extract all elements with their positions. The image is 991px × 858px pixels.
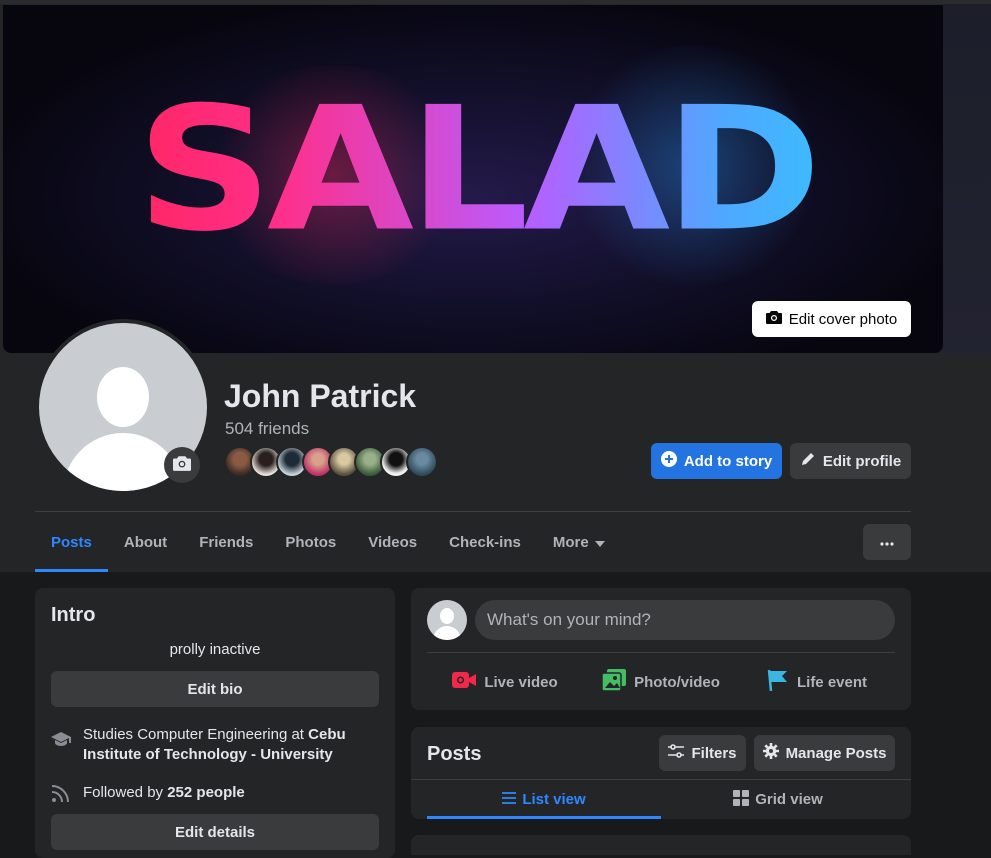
profile-name: John Patrick <box>224 378 417 414</box>
intro-title: Intro <box>51 604 96 626</box>
education-text: Studies Computer Engineering at Cebu Ins… <box>83 725 381 765</box>
rss-icon <box>51 783 71 809</box>
filters-button[interactable]: Filters <box>659 735 746 771</box>
caret-down-icon <box>594 534 605 551</box>
tab-label: Videos <box>368 533 418 551</box>
posts-title: Posts <box>427 743 482 765</box>
manage-posts-button[interactable]: Manage Posts <box>754 735 895 771</box>
tab-about[interactable]: About <box>108 512 183 572</box>
add-to-story-label: Add to story <box>683 452 773 470</box>
edit-bio-button[interactable]: Edit bio <box>51 671 379 707</box>
life-event-label: Life event <box>796 673 868 691</box>
edit-cover-photo-label: Edit cover photo <box>788 310 898 328</box>
photo-video-label: Photo/video <box>634 673 720 691</box>
grid-view-label: Grid view <box>755 791 823 808</box>
education-row: Studies Computer Engineering at Cebu Ins… <box>51 725 381 765</box>
tab-photos[interactable]: Photos <box>269 512 352 572</box>
tab-label: Friends <box>199 533 254 551</box>
posts-card: Posts Filters Manage Posts List view Gri… <box>411 727 911 819</box>
tab-videos[interactable]: Videos <box>352 512 433 572</box>
sliders-icon <box>668 744 685 762</box>
life-event-button[interactable]: Life event <box>739 662 895 702</box>
edit-details-button[interactable]: Edit details <box>51 814 379 850</box>
more-options-button[interactable] <box>863 524 911 560</box>
next-post-card <box>411 835 911 855</box>
graduation-cap-icon <box>51 725 71 765</box>
tab-posts[interactable]: Posts <box>35 512 108 572</box>
followers-row: Followed by 252 people <box>51 783 381 809</box>
intro-card: Intro prolly inactive Edit bio Studies C… <box>35 588 395 858</box>
list-view-tab[interactable]: List view <box>427 780 661 819</box>
photo-icon <box>601 669 627 695</box>
edit-profile-label: Edit profile <box>822 452 902 470</box>
add-to-story-button[interactable]: Add to story <box>651 443 782 479</box>
whats-on-your-mind-input[interactable]: What's on your mind? <box>475 600 895 640</box>
tab-label: Check-ins <box>449 533 521 551</box>
tab-more[interactable]: More <box>537 512 621 572</box>
grid-view-tab[interactable]: Grid view <box>661 780 895 819</box>
video-camera-icon <box>452 671 477 693</box>
friend-avatars <box>224 446 438 480</box>
list-view-label: List view <box>522 791 586 808</box>
friend-avatar[interactable] <box>406 446 438 478</box>
tab-label: More <box>552 533 589 551</box>
grid-icon <box>733 789 750 810</box>
followers-prefix: Followed by <box>83 784 168 801</box>
cover-photo-text: SALAD <box>3 84 943 256</box>
manage-posts-label: Manage Posts <box>785 744 887 762</box>
live-video-button[interactable]: Live video <box>427 662 583 702</box>
tab-check-ins[interactable]: Check-ins <box>433 512 537 572</box>
pencil-icon <box>800 451 816 471</box>
live-video-label: Live video <box>484 673 558 691</box>
composer-actions: Live video Photo/video Life event <box>427 662 895 702</box>
post-composer: What's on your mind? Live video Photo/vi… <box>411 588 911 710</box>
followers-count-link[interactable]: 252 people <box>167 784 245 801</box>
tab-friends[interactable]: Friends <box>183 512 269 572</box>
composer-divider <box>427 652 895 653</box>
camera-icon <box>173 455 191 476</box>
composer-avatar[interactable] <box>427 600 467 640</box>
camera-icon <box>765 310 782 328</box>
flag-icon <box>767 669 789 695</box>
photo-video-button[interactable]: Photo/video <box>583 662 739 702</box>
followers-text: Followed by 252 people <box>83 783 245 809</box>
tab-label: Photos <box>285 533 337 551</box>
bio-text: prolly inactive <box>169 641 261 658</box>
tab-label: About <box>123 533 168 551</box>
ellipsis-icon <box>880 533 894 551</box>
list-icon <box>502 791 517 808</box>
friends-count[interactable]: 504 friends <box>225 419 309 439</box>
edit-cover-photo-button[interactable]: Edit cover photo <box>752 301 911 337</box>
education-prefix: Studies Computer Engineering at <box>83 726 309 743</box>
tab-label: Posts <box>51 533 92 551</box>
edit-profile-button[interactable]: Edit profile <box>790 443 911 479</box>
plus-circle-icon <box>660 451 677 471</box>
profile-tabs: Posts About Friends Photos Videos Check-… <box>35 512 621 572</box>
gear-icon <box>762 743 779 763</box>
filters-label: Filters <box>691 744 737 762</box>
update-avatar-button[interactable] <box>164 447 200 483</box>
